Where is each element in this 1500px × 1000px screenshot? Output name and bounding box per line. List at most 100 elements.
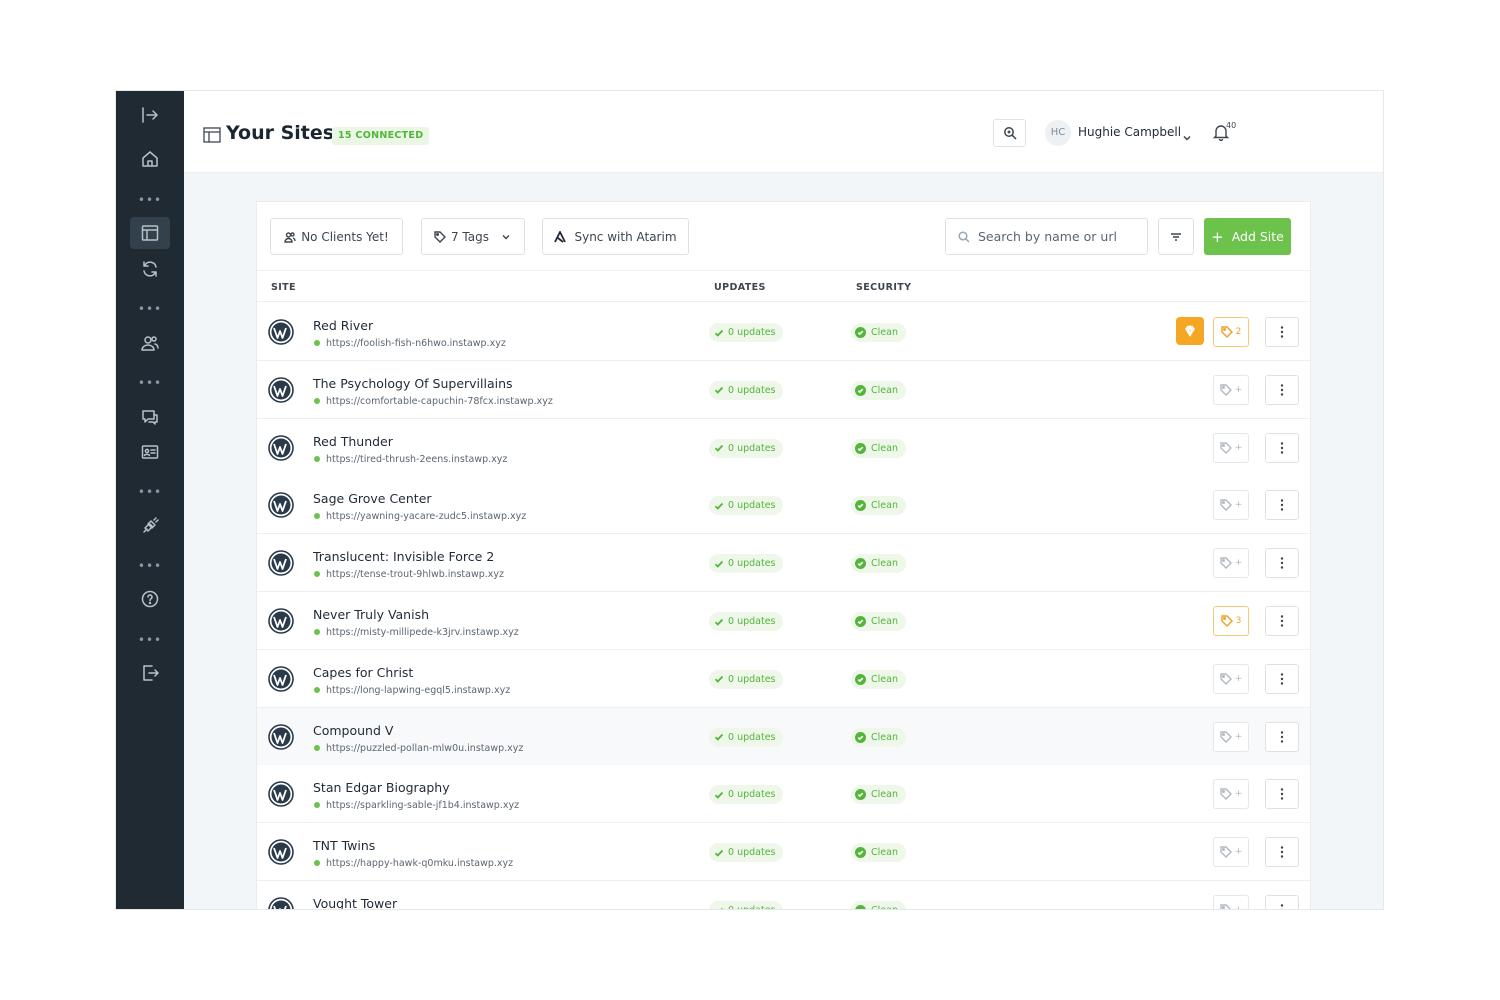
search-input[interactable] — [978, 229, 1138, 244]
site-name[interactable]: Vought Tower — [313, 896, 397, 909]
users-icon[interactable] — [130, 327, 170, 359]
updates-badge[interactable]: 0 updates — [709, 496, 783, 516]
tags-count-button[interactable]: 2 — [1213, 317, 1249, 347]
site-name[interactable]: Never Truly Vanish — [313, 607, 429, 622]
site-name[interactable]: Red Thunder — [313, 434, 393, 449]
updates-badge[interactable]: 0 updates — [709, 843, 783, 863]
security-badge[interactable]: Clean — [851, 669, 906, 689]
add-tag-button[interactable]: + — [1213, 721, 1249, 752]
updates-badge[interactable]: 0 updates — [709, 727, 783, 747]
security-badge[interactable]: Clean — [851, 843, 906, 863]
comments-icon[interactable] — [130, 401, 170, 433]
site-url[interactable]: https://happy-hawk-q0mku.instawp.xyz — [326, 858, 513, 869]
sync-icon[interactable] — [130, 253, 170, 285]
global-search-button[interactable] — [993, 119, 1026, 147]
row-actions-button[interactable] — [1265, 895, 1299, 909]
site-name[interactable]: Stan Edgar Biography — [313, 780, 450, 795]
table-row[interactable]: Compound V https://puzzled-pollan-mlw0u.i… — [257, 707, 1310, 766]
contact-card-icon[interactable] — [130, 436, 170, 468]
security-badge[interactable]: Clean — [851, 323, 906, 342]
table-row[interactable]: Never Truly Vanish https://misty-milliped… — [257, 592, 1310, 650]
updates-badge[interactable]: 0 updates — [709, 669, 783, 689]
updates-badge[interactable]: 0 updates — [709, 612, 783, 631]
row-actions-button[interactable] — [1265, 663, 1299, 694]
security-badge[interactable]: Clean — [851, 380, 906, 400]
security-badge[interactable]: Clean — [851, 554, 906, 574]
home-icon[interactable] — [130, 143, 170, 175]
site-url[interactable]: https://yawning-yacare-zudc5.instawp.xyz — [326, 511, 526, 522]
add-site-button[interactable]: + Add Site — [1204, 218, 1291, 255]
tags-count-button[interactable]: 3 — [1213, 606, 1249, 636]
collapse-sidebar-icon[interactable] — [130, 99, 170, 131]
row-actions-button[interactable] — [1265, 837, 1299, 868]
table-row[interactable]: Red River https://foolish-fish-n6hwo.inst… — [257, 303, 1310, 361]
add-tag-button[interactable]: + — [1213, 663, 1249, 694]
site-url[interactable]: https://comfortable-capuchin-78fcx.insta… — [326, 396, 553, 407]
security-badge[interactable]: Clean — [851, 438, 906, 458]
table-row[interactable]: Vought Tower 0 updates Clean + — [257, 881, 1310, 909]
security-badge[interactable]: Clean — [851, 612, 906, 631]
column-security[interactable]: SECURITY — [856, 282, 911, 293]
row-actions-button[interactable] — [1265, 374, 1299, 405]
site-name[interactable]: Compound V — [313, 723, 393, 738]
security-badge[interactable]: Clean — [851, 496, 906, 516]
updates-badge[interactable]: 0 updates — [709, 323, 783, 342]
plugin-icon[interactable] — [130, 510, 170, 542]
site-url[interactable]: https://puzzled-pollan-mlw0u.instawp.xyz — [326, 743, 523, 754]
tags-filter-button[interactable]: 7 Tags — [421, 218, 525, 255]
site-name[interactable]: Red River — [313, 318, 373, 333]
sync-atarim-button[interactable]: Sync with Atarim — [542, 218, 689, 255]
site-name[interactable]: Translucent: Invisible Force 2 — [313, 549, 494, 564]
column-updates[interactable]: UPDATES — [714, 282, 766, 293]
add-tag-button[interactable]: + — [1213, 548, 1249, 579]
filter-button[interactable] — [1158, 218, 1194, 255]
row-actions-button[interactable] — [1265, 606, 1299, 636]
updates-badge[interactable]: 0 updates — [709, 785, 783, 805]
site-url[interactable]: https://foolish-fish-n6hwo.instawp.xyz — [326, 338, 506, 349]
add-tag-button[interactable]: + — [1213, 432, 1249, 463]
site-name[interactable]: Sage Grove Center — [313, 491, 432, 506]
logout-icon[interactable] — [130, 657, 170, 689]
add-tag-button[interactable]: + — [1213, 490, 1249, 521]
site-url[interactable]: https://long-lapwing-egql5.instawp.xyz — [326, 685, 510, 696]
updates-badge[interactable]: 0 updates — [709, 901, 783, 909]
site-url[interactable]: https://tired-thrush-2eens.instawp.xyz — [326, 454, 507, 465]
premium-gem-button[interactable] — [1176, 317, 1204, 345]
security-badge[interactable]: Clean — [851, 727, 906, 747]
site-url[interactable]: https://tense-trout-9hlwb.instawp.xyz — [326, 569, 504, 580]
table-row[interactable]: TNT Twins https://happy-hawk-q0mku.instaw… — [257, 823, 1310, 882]
avatar[interactable]: HC — [1045, 120, 1071, 146]
updates-badge[interactable]: 0 updates — [709, 554, 783, 574]
table-row[interactable]: Sage Grove Center https://yawning-yacare-… — [257, 476, 1310, 535]
table-row[interactable]: Translucent: Invisible Force 2 https://te… — [257, 534, 1310, 593]
add-tag-button[interactable]: + — [1213, 837, 1249, 868]
chevron-down-icon[interactable] — [1182, 128, 1192, 141]
column-site[interactable]: SITE — [271, 282, 296, 293]
updates-badge[interactable]: 0 updates — [709, 380, 783, 400]
row-actions-button[interactable] — [1265, 317, 1299, 347]
row-actions-button[interactable] — [1265, 432, 1299, 463]
site-search-field[interactable] — [945, 218, 1148, 255]
site-name[interactable]: Capes for Christ — [313, 665, 413, 680]
site-url[interactable]: https://sparkling-sable-jf1b4.instawp.xy… — [326, 800, 519, 811]
add-tag-button[interactable]: + — [1213, 374, 1249, 405]
site-url[interactable]: https://misty-millipede-k3jrv.instawp.xy… — [326, 627, 519, 638]
security-badge[interactable]: Clean — [851, 785, 906, 805]
sites-icon[interactable] — [130, 217, 170, 249]
updates-badge[interactable]: 0 updates — [709, 438, 783, 458]
site-name[interactable]: TNT Twins — [313, 838, 375, 853]
table-row[interactable]: The Psychology Of Supervillains https://c… — [257, 360, 1310, 419]
help-icon[interactable] — [130, 583, 170, 615]
clients-filter-button[interactable]: No Clients Yet! — [270, 218, 403, 255]
add-tag-button[interactable]: + — [1213, 895, 1249, 909]
row-actions-button[interactable] — [1265, 779, 1299, 810]
table-row[interactable]: Capes for Christ https://long-lapwing-egq… — [257, 649, 1310, 708]
table-row[interactable]: Red Thunder https://tired-thrush-2eens.in… — [257, 418, 1310, 477]
row-actions-button[interactable] — [1265, 490, 1299, 521]
add-tag-button[interactable]: + — [1213, 779, 1249, 810]
user-name[interactable]: Hughie Campbell — [1078, 125, 1181, 139]
row-actions-button[interactable] — [1265, 721, 1299, 752]
row-actions-button[interactable] — [1265, 548, 1299, 579]
security-badge[interactable]: Clean — [851, 901, 906, 909]
site-name[interactable]: The Psychology Of Supervillains — [313, 376, 513, 391]
